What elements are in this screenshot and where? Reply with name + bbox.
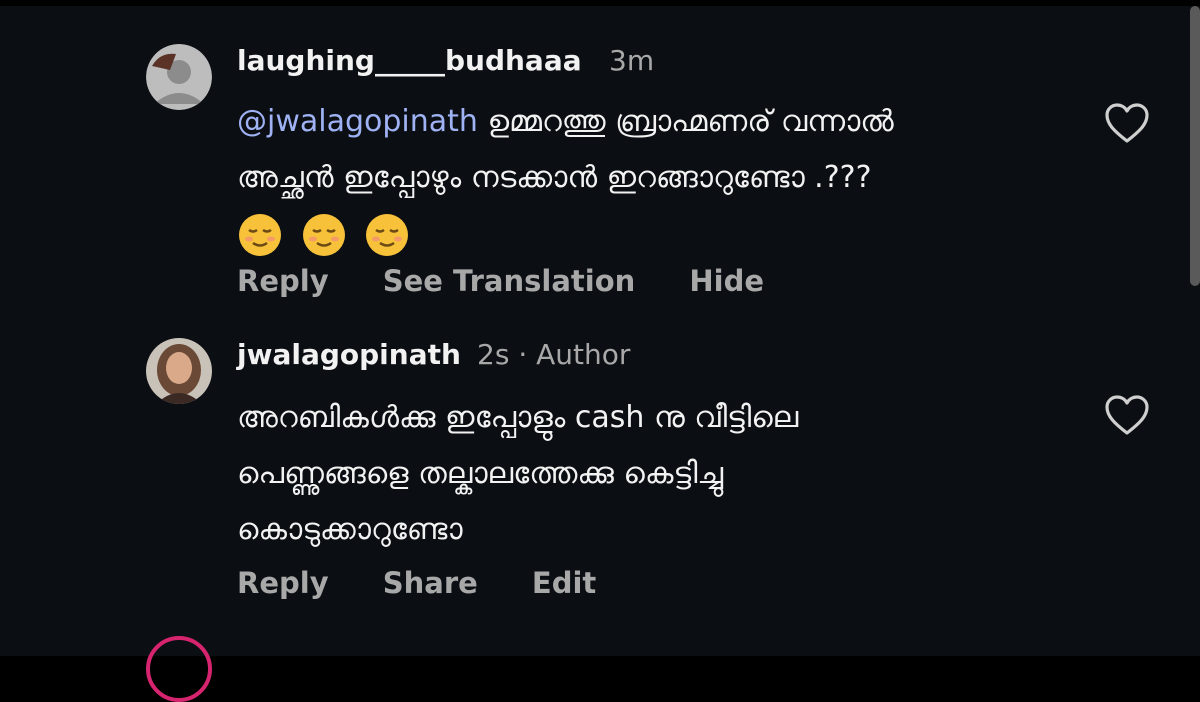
reply-button[interactable]: Reply (237, 264, 329, 298)
comment-actions: Reply See Translation Hide (237, 264, 764, 298)
comments-panel: laughing_____budhaaa 3m @jwalagopinath ഉ… (0, 6, 1200, 702)
next-comment-avatar[interactable] (146, 636, 212, 702)
comment-text-line1: അറബികൾക്കു ഇപ്പോളും cash നു വീട്ടിലെ (237, 400, 799, 435)
comment-username[interactable]: laughing_____budhaaa (237, 44, 582, 77)
comment-body: അറബികൾക്കു ഇപ്പോളും cash നു വീട്ടിലെ പെണ… (237, 390, 798, 558)
relieved-face-emoji-1 (239, 213, 281, 256)
comment-text-line2: പെണ്ണുങ്ങളെ തല്കാലത്തേക്കു കെട്ടിച്ചു (237, 456, 724, 491)
see-translation-button[interactable]: See Translation (383, 264, 636, 298)
comment-text-line2: അച്ഛൻ ഇപ്പോഴും നടക്കാൻ ഇറങ്ങാറുണ്ടോ .??? (237, 160, 872, 195)
comment-text-line3: കൊടുക്കാറുണ്ടോ (237, 512, 463, 547)
mention-link[interactable]: @jwalagopinath (237, 104, 478, 139)
share-button[interactable]: Share (383, 566, 478, 600)
edit-button[interactable]: Edit (532, 566, 596, 600)
relieved-face-emoji-2 (302, 213, 345, 256)
author-badge: Author (536, 338, 631, 371)
comment-actions: Reply Share Edit (237, 566, 596, 600)
comment-body: @jwalagopinath ഉമ്മറത്തു ബ്രാഹ്മണര് വന്ന… (237, 94, 894, 262)
comment-meta: 2s · Author (477, 338, 630, 371)
meta-separator: · (518, 338, 528, 371)
emoji-row (237, 206, 894, 262)
comment-text-line1: ഉമ്മറത്തു ബ്രാഹ്മണര് വന്നാൽ (487, 104, 894, 139)
hide-button[interactable]: Hide (689, 264, 764, 298)
avatar-laughing-budhaaa[interactable] (146, 44, 212, 110)
scrollbar[interactable] (1190, 6, 1200, 286)
comment-time: 2s (477, 338, 510, 371)
avatar-jwalagopinath[interactable] (146, 338, 212, 404)
comment-time: 3m (609, 44, 655, 77)
reply-button[interactable]: Reply (237, 566, 329, 600)
relieved-face-emoji-3 (366, 213, 409, 256)
like-heart-icon[interactable] (1104, 394, 1150, 436)
comment-username[interactable]: jwalagopinath (237, 338, 461, 371)
like-heart-icon[interactable] (1104, 102, 1150, 144)
